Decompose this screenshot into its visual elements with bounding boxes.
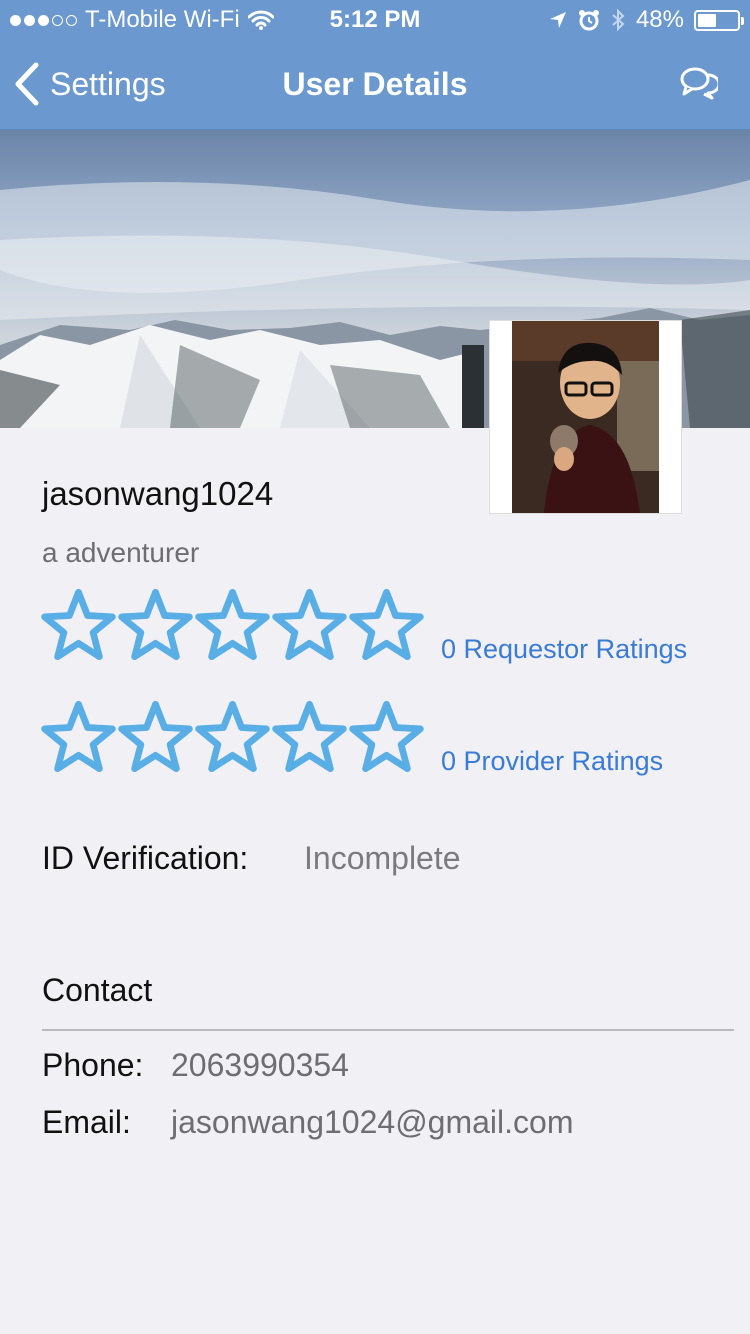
requestor-ratings-link[interactable]: 0 Requestor Ratings	[441, 634, 687, 665]
alarm-icon	[578, 10, 599, 31]
star-outline-icon	[195, 700, 270, 773]
battery-icon	[694, 9, 744, 31]
id-verification-status: Incomplete	[304, 840, 461, 876]
star-outline-icon	[195, 588, 270, 661]
user-tagline: a adventurer	[42, 537, 200, 568]
status-right: 48%	[548, 6, 744, 34]
star-outline-icon	[272, 700, 347, 773]
bluetooth-icon	[612, 8, 625, 32]
status-bar: T-Mobile Wi-Fi 5:12 PM 48%	[0, 0, 750, 40]
username: jasonwang1024	[42, 475, 274, 512]
star-outline-icon	[349, 700, 424, 773]
avatar-photo	[512, 321, 659, 513]
star-outline-icon	[118, 588, 193, 661]
chat-bubbles-icon[interactable]	[678, 64, 718, 104]
provider-rating-row: 0 Provider Ratings	[40, 697, 663, 777]
star-outline-icon	[272, 588, 347, 661]
battery-level	[698, 13, 717, 27]
requestor-stars	[40, 585, 425, 665]
email-value[interactable]: jasonwang1024@gmail.com	[171, 1104, 573, 1141]
navigation-bar: Settings User Details	[0, 40, 750, 130]
contact-heading: Contact	[42, 972, 153, 1008]
provider-ratings-link[interactable]: 0 Provider Ratings	[441, 746, 663, 777]
star-outline-icon	[41, 588, 116, 661]
location-arrow-icon	[549, 12, 566, 28]
star-outline-icon	[118, 700, 193, 773]
phone-label: Phone:	[42, 1047, 144, 1083]
profile-avatar[interactable]	[489, 320, 682, 514]
requestor-rating-row: 0 Requestor Ratings	[40, 585, 687, 665]
user-details-screen: T-Mobile Wi-Fi 5:12 PM 48% Settings User…	[0, 0, 750, 1334]
star-outline-icon	[349, 588, 424, 661]
email-label: Email:	[42, 1104, 131, 1140]
phone-value[interactable]: 2063990354	[171, 1047, 349, 1084]
id-verification-label: ID Verification:	[42, 840, 249, 876]
page-title: User Details	[282, 66, 468, 102]
contact-divider	[42, 1029, 734, 1031]
provider-stars	[40, 697, 425, 777]
battery-percent: 48%	[635, 6, 684, 33]
star-outline-icon	[41, 700, 116, 773]
